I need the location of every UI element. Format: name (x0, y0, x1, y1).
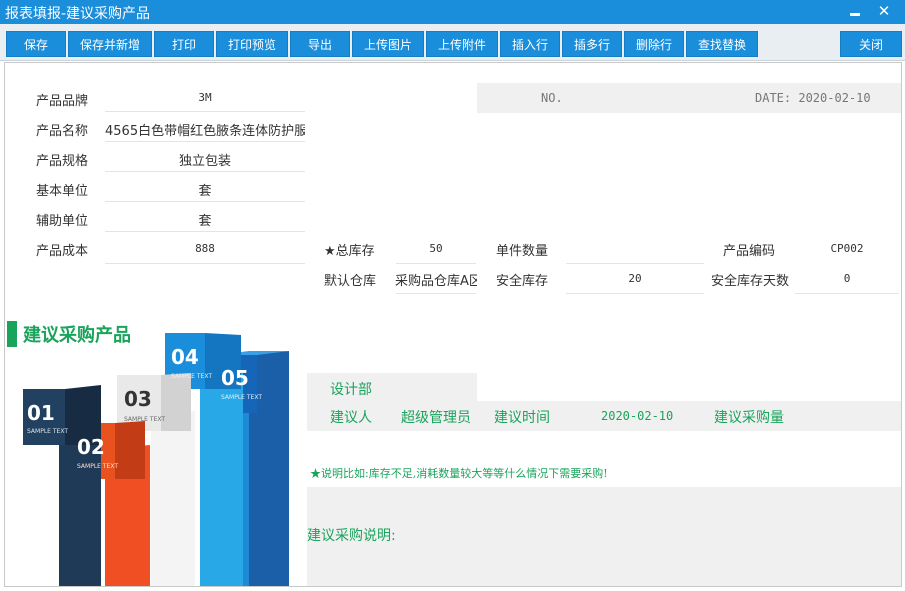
insert-rows-button[interactable]: 插多行 (562, 31, 622, 57)
cost-value[interactable]: 888 (105, 242, 305, 255)
save-and-new-button[interactable]: 保存并新增 (68, 31, 152, 57)
default-warehouse-label: 默认仓库 (324, 274, 377, 289)
suggest-time-label: 建议时间 (494, 410, 550, 426)
suggester-label: 建议人 (330, 410, 372, 426)
step-01-label: 01 (27, 401, 55, 425)
safety-days-value[interactable]: 0 (795, 272, 899, 285)
base-unit-value[interactable]: 套 (105, 180, 305, 199)
close-icon[interactable]: ✕ (876, 3, 892, 19)
close-button[interactable]: 关闭 (840, 31, 902, 57)
suggester-value[interactable]: 超级管理员 (401, 407, 471, 427)
step-04-label: 04 (171, 345, 199, 369)
insert-row-button[interactable]: 插入行 (500, 31, 560, 57)
step-01-sample: SAMPLE TEXT (27, 428, 68, 435)
aux-unit-value[interactable]: 套 (105, 210, 305, 229)
step-04-sample: SAMPLE TEXT (171, 373, 212, 380)
step-03-front (151, 411, 195, 586)
total-stock-value[interactable]: 50 (396, 242, 476, 255)
department-value[interactable]: 设计部 (330, 379, 372, 399)
suggest-qty-label: 建议采购量 (714, 410, 784, 426)
product-code-value[interactable]: CP002 (805, 242, 889, 255)
print-button[interactable]: 打印 (154, 31, 214, 57)
step-03-label: 03 (124, 387, 152, 411)
step-03-sample: SAMPLE TEXT (124, 416, 165, 423)
default-warehouse-value[interactable]: 采购品仓库A区 (395, 270, 477, 289)
window-title: 报表填报-建议采购产品 (5, 6, 151, 22)
total-stock-label: ★总库存 (324, 244, 375, 259)
step-02-sample: SAMPLE TEXT (77, 463, 118, 470)
print-preview-button[interactable]: 打印预览 (216, 31, 288, 57)
report-number-label: NO. (541, 91, 563, 105)
spec-label: 产品规格 (36, 154, 89, 169)
report-date: DATE: 2020-02-10 (755, 91, 871, 105)
safety-stock-value[interactable]: 20 (566, 272, 704, 285)
step-02-label: 02 (77, 435, 105, 459)
safety-days-label: 安全库存天数 (711, 274, 790, 289)
step-05-sample: SAMPLE TEXT (221, 394, 262, 401)
upload-attachment-button[interactable]: 上传附件 (426, 31, 498, 57)
spec-value[interactable]: 独立包装 (105, 150, 305, 169)
description-label: 建议采购说明: (307, 528, 396, 544)
toolbar: 保存 保存并新增 打印 打印预览 导出 上传图片 上传附件 插入行 插多行 删除… (0, 24, 905, 61)
unit-qty-label: 单件数量 (496, 244, 549, 259)
report-header: NO. DATE: 2020-02-10 (477, 83, 901, 113)
delete-row-button[interactable]: 删除行 (624, 31, 684, 57)
suggestion-note: ★说明比如:库存不足,消耗数量较大等等什么情况下需要采购! (310, 467, 608, 480)
cost-label: 产品成本 (36, 244, 89, 259)
form-area: NO. DATE: 2020-02-10 产品品牌 3M 产品名称 4565白色… (4, 62, 902, 587)
base-unit-label: 基本单位 (36, 184, 89, 199)
description-area[interactable] (307, 487, 901, 586)
export-button[interactable]: 导出 (290, 31, 350, 57)
suggest-time-value[interactable]: 2020-02-10 (601, 409, 673, 423)
product-name-value[interactable]: 4565白色带帽红色腋条连体防护服 (105, 120, 305, 139)
product-code-label: 产品编码 (723, 244, 776, 259)
step-04-front (200, 373, 243, 586)
brand-label: 产品品牌 (36, 94, 89, 109)
title-bar: 报表填报-建议采购产品 ✕ (0, 0, 905, 24)
infographic-illustration: 01 02 03 04 05 SAMPLE TEXT SAMPLE TEXT S… (23, 333, 289, 586)
find-replace-button[interactable]: 查找替换 (686, 31, 758, 57)
product-name-label: 产品名称 (36, 124, 89, 139)
brand-value[interactable]: 3M (105, 91, 305, 104)
aux-unit-label: 辅助单位 (36, 214, 89, 229)
step-05-label: 05 (221, 366, 249, 390)
upload-image-button[interactable]: 上传图片 (352, 31, 424, 57)
save-button[interactable]: 保存 (6, 31, 66, 57)
minimize-icon[interactable] (849, 6, 861, 18)
safety-stock-label: 安全库存 (496, 274, 549, 289)
